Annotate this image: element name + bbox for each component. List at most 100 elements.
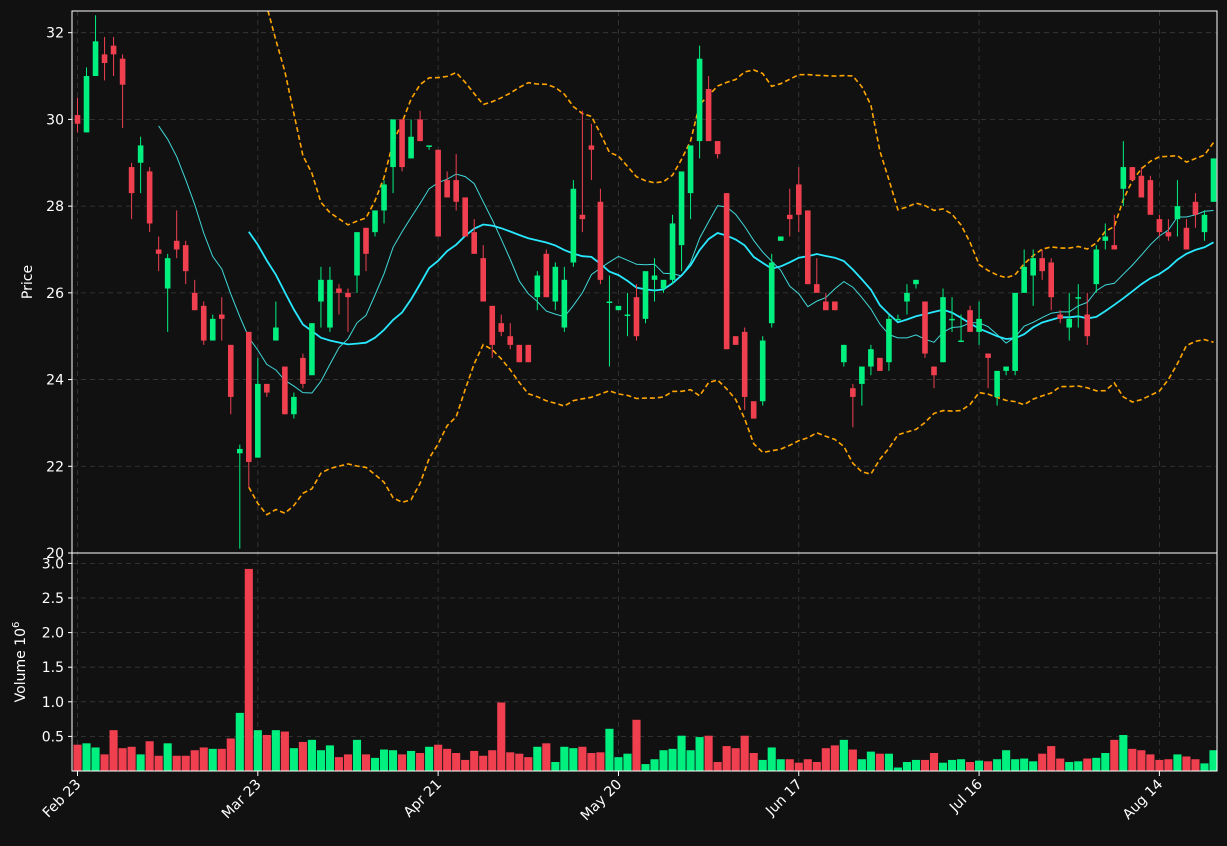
volume-bar: [1020, 758, 1029, 771]
candle-body: [823, 301, 829, 311]
volume-bar: [172, 755, 181, 771]
candle-body: [101, 54, 108, 64]
volume-bar: [1047, 746, 1056, 771]
volume-bar: [425, 746, 434, 771]
candle-body: [795, 184, 802, 215]
candle-body: [426, 145, 432, 147]
volume-bar: [109, 730, 118, 771]
candle-body: [137, 145, 144, 163]
candle-body: [255, 383, 261, 458]
volume-bar: [136, 754, 145, 771]
volume-bar: [650, 759, 659, 771]
volume-bar: [785, 759, 794, 771]
candle-body: [786, 214, 793, 220]
volume-bar: [1074, 761, 1083, 771]
volume-bar: [569, 748, 578, 771]
candle-body: [462, 197, 468, 237]
candle-body: [1066, 318, 1073, 328]
volume-bar: [677, 735, 686, 771]
volume-bar: [352, 739, 362, 771]
candle-body: [777, 236, 784, 241]
candle-body: [534, 275, 541, 298]
volume-bar: [73, 744, 82, 771]
candle-body: [273, 327, 279, 341]
volume-bar: [812, 762, 821, 771]
candle-body: [453, 180, 459, 202]
volume-label-text: Volume: [13, 646, 29, 703]
volume-bar: [470, 750, 479, 771]
candle-body: [246, 331, 252, 462]
volume-bar: [389, 750, 398, 771]
candle-body: [804, 210, 811, 285]
volume-bar: [1038, 753, 1047, 771]
candle-body: [1057, 314, 1064, 319]
volume-bar: [776, 759, 785, 771]
candle-body: [1084, 314, 1091, 337]
volume-bar: [1101, 753, 1110, 771]
price-tick-label: 22: [46, 459, 64, 475]
candle-body: [236, 448, 243, 454]
candle-body: [1156, 219, 1163, 233]
volume-bar: [443, 748, 452, 771]
candle-body: [119, 58, 126, 85]
price-tick-label: 32: [46, 26, 64, 42]
volume-bar: [379, 749, 389, 771]
candle-body: [471, 232, 477, 254]
candle-body: [1111, 245, 1118, 250]
volume-bar: [190, 750, 199, 771]
candle-body: [381, 184, 387, 211]
volume-bar: [298, 741, 307, 771]
volume-bar: [127, 746, 136, 771]
volume-bar: [938, 762, 948, 771]
candle-body: [678, 171, 685, 246]
volume-bar: [993, 759, 1002, 771]
grid-layer: [0, 0, 1227, 842]
candle-body: [1192, 201, 1199, 215]
volume-bar: [407, 750, 416, 771]
volume-bar: [1191, 759, 1200, 771]
volume-bar: [217, 748, 226, 771]
candle-body: [940, 297, 946, 363]
volume-bar: [722, 746, 731, 771]
volume-bar: [794, 762, 803, 771]
volume-bar: [560, 746, 569, 771]
candle-body: [868, 349, 874, 367]
candle-body: [498, 323, 505, 332]
volume-bar: [821, 748, 830, 771]
candle-body: [1021, 266, 1027, 293]
chart-svg: 202224262830320.51.01.52.02.53.0Feb 23 Ma…: [0, 0, 1227, 842]
candle-body: [1210, 158, 1217, 202]
candle-body: [949, 318, 955, 321]
candlestick-chart: 20 22 24 26 28 30 32 0.5 1.0 1.5 2.0 2.5 3.0 Feb 23 Ma…: [0, 0, 1227, 842]
volume-bar: [966, 762, 975, 771]
volume-bar: [902, 762, 912, 771]
volume-bar: [434, 744, 443, 771]
volume-bar: [984, 761, 993, 771]
volume-bar: [524, 757, 533, 771]
candle-body: [318, 279, 324, 302]
candle-body: [741, 331, 748, 397]
volume-bar: [632, 719, 641, 771]
volume-scale-exponent: 6: [11, 622, 22, 628]
volume-bar: [1092, 757, 1101, 771]
volume-bar: [208, 748, 217, 771]
candle-body: [1093, 249, 1100, 285]
candle-body: [1030, 258, 1036, 276]
candle-body: [931, 366, 937, 376]
volume-bar: [578, 746, 587, 771]
candle-body: [1201, 214, 1208, 233]
volume-bar: [91, 747, 100, 771]
volume-bar: [830, 745, 839, 771]
volume-bar: [370, 757, 380, 771]
candle-body: [489, 305, 496, 345]
candle-body: [850, 388, 856, 397]
volume-bar: [244, 568, 253, 771]
volume-bar: [947, 759, 957, 771]
volume-bar: [1128, 748, 1137, 771]
volume-bar: [515, 753, 524, 771]
volume-bar: [749, 753, 758, 771]
volume-bar: [1155, 759, 1164, 771]
price-tick-label: 28: [46, 199, 64, 215]
volume-bar: [271, 730, 280, 771]
candle-body: [336, 288, 342, 293]
